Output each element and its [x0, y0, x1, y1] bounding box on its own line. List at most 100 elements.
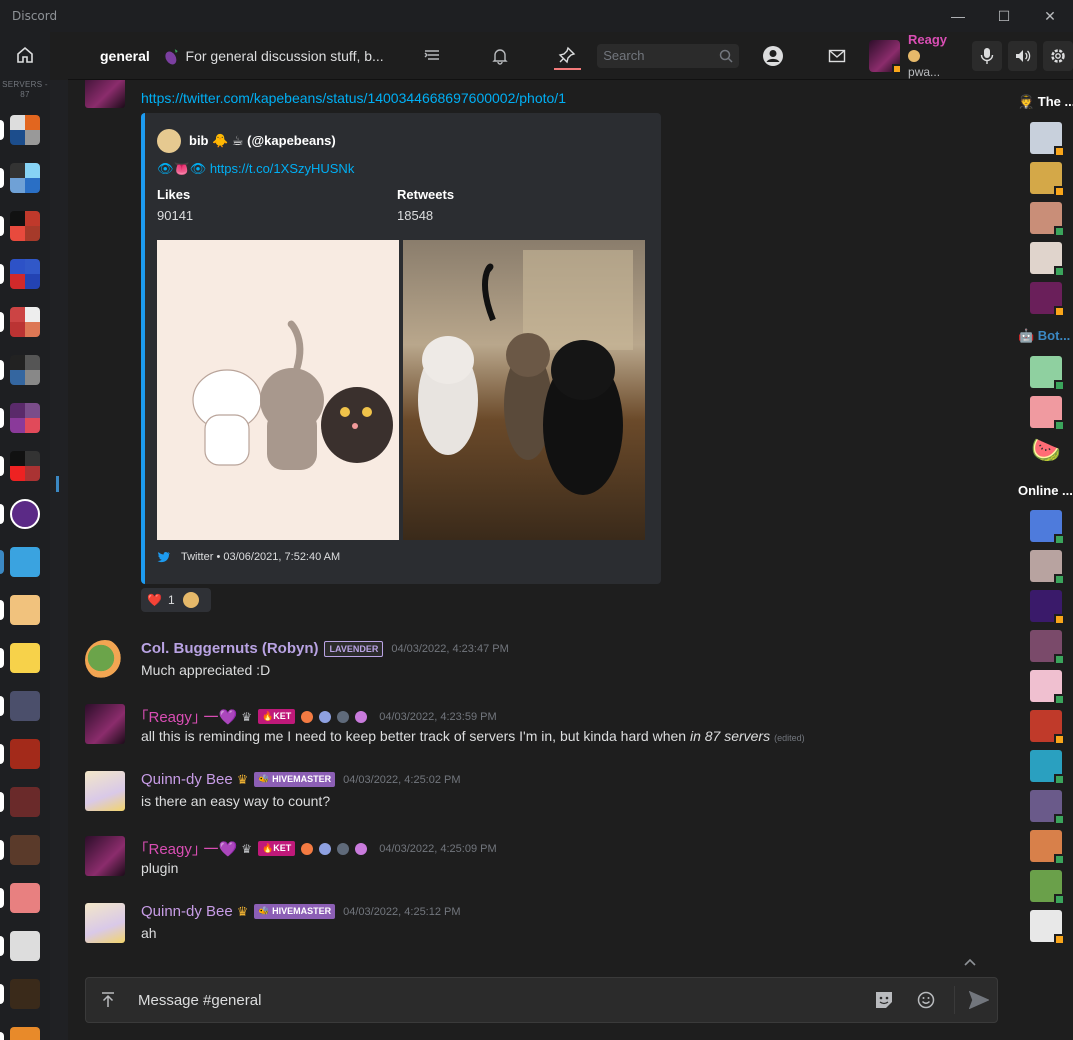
- message-author[interactable]: Quinn-dy Bee: [141, 771, 233, 788]
- server-icon[interactable]: [0, 874, 50, 922]
- message-avatar[interactable]: [85, 903, 125, 943]
- home-button[interactable]: [0, 32, 50, 78]
- member-avatar[interactable]: [1030, 396, 1065, 431]
- message-avatar[interactable]: [85, 771, 125, 811]
- search-input[interactable]: [603, 48, 720, 63]
- threads-button[interactable]: [418, 42, 446, 70]
- server-icon[interactable]: [0, 778, 50, 826]
- scroll-up-button[interactable]: [960, 952, 980, 972]
- embed-author[interactable]: bib 🐥 ☕ (@kapebeans): [157, 129, 336, 153]
- member-avatar[interactable]: [1030, 242, 1065, 277]
- member-category: Online ...: [1018, 482, 1073, 498]
- member-list-button[interactable]: [759, 42, 787, 70]
- member-avatar[interactable]: [1030, 670, 1065, 705]
- settings-button[interactable]: [1043, 40, 1073, 71]
- mute-button[interactable]: [972, 40, 1002, 71]
- smiley-icon: [917, 991, 935, 1009]
- member-avatar[interactable]: [1030, 750, 1065, 785]
- message-author[interactable]: ｢Reagy｣ 一💜: [141, 706, 237, 727]
- server-icon[interactable]: [0, 106, 50, 154]
- member-avatar[interactable]: [1030, 630, 1065, 665]
- upload-button[interactable]: [86, 978, 130, 1022]
- server-icon[interactable]: [0, 346, 50, 394]
- minimize-button[interactable]: —: [935, 0, 981, 32]
- member-avatar[interactable]: [1030, 870, 1065, 905]
- notifications-button[interactable]: [486, 42, 514, 70]
- member-avatar[interactable]: [1030, 830, 1065, 865]
- server-icon[interactable]: [0, 442, 50, 490]
- sticker-button[interactable]: [866, 978, 902, 1022]
- server-icon[interactable]: [0, 250, 50, 298]
- reaction-heart[interactable]: ❤️ 1: [141, 588, 211, 612]
- search-box[interactable]: [597, 43, 740, 68]
- badge-icon: [355, 710, 368, 723]
- doge-icon: [182, 592, 199, 608]
- member-avatar[interactable]: [1030, 162, 1065, 197]
- badge-icon: [355, 842, 368, 855]
- member-avatar[interactable]: [1030, 550, 1065, 585]
- member-list: 🧑‍✈️ The ... 🤖 Bot... 🍉 Online ...: [1012, 80, 1073, 1040]
- channel-name: general: [100, 47, 150, 64]
- user-panel[interactable]: Reagy pwa...: [868, 32, 955, 80]
- server-icon[interactable]: [0, 298, 50, 346]
- emoji-button[interactable]: [908, 978, 944, 1022]
- server-icon[interactable]: [0, 730, 50, 778]
- close-button[interactable]: ✕: [1027, 0, 1073, 32]
- embed-image-cats-drawing[interactable]: [157, 240, 399, 540]
- server-icon[interactable]: [0, 490, 50, 538]
- role-tag: 🔥KET: [257, 709, 296, 724]
- member-avatar[interactable]: [1030, 282, 1065, 317]
- user-avatar[interactable]: [868, 39, 903, 74]
- server-list: SERVERS - 87: [0, 32, 50, 1040]
- embed-footer-text: Twitter • 03/06/2021, 7:52:40 AM: [181, 551, 341, 563]
- member-avatar[interactable]: [1030, 202, 1065, 237]
- member-avatar[interactable]: [1030, 790, 1065, 825]
- user-status: pwa...: [908, 48, 954, 80]
- deafen-button[interactable]: [1007, 40, 1038, 71]
- crown-icon: ♛: [236, 771, 249, 787]
- member-avatar[interactable]: [1030, 510, 1065, 545]
- member-avatar[interactable]: [1030, 356, 1065, 391]
- message-author[interactable]: Quinn-dy Bee: [141, 903, 233, 920]
- send-button[interactable]: [961, 978, 997, 1022]
- server-icon[interactable]: [0, 538, 50, 586]
- message-avatar[interactable]: [85, 704, 125, 744]
- server-icon[interactable]: [0, 586, 50, 634]
- message-author[interactable]: ｢Reagy｣ 一💜: [141, 838, 237, 859]
- member-avatar[interactable]: [1030, 710, 1065, 745]
- pinned-messages-button[interactable]: [553, 42, 582, 70]
- member-category: 🧑‍✈️ The ...: [1018, 94, 1073, 109]
- member-avatar[interactable]: [1030, 910, 1065, 945]
- inbox-button[interactable]: [823, 42, 851, 70]
- server-icon[interactable]: [0, 922, 50, 970]
- channel-topic[interactable]: For general discussion stuff, b...: [186, 48, 393, 64]
- server-icon[interactable]: [0, 202, 50, 250]
- field-name: Likes: [157, 187, 191, 202]
- role-tag: LAVENDER: [324, 640, 384, 657]
- field-value: 90141: [157, 208, 194, 223]
- maximize-button[interactable]: ☐: [981, 0, 1027, 32]
- home-icon: [17, 46, 33, 63]
- user-circle-icon: [763, 45, 784, 66]
- message-avatar[interactable]: [85, 836, 125, 876]
- message-avatar[interactable]: [85, 640, 125, 680]
- member-avatar[interactable]: [1030, 590, 1065, 625]
- search-icon: [720, 49, 733, 63]
- server-icon[interactable]: [0, 634, 50, 682]
- embed-desc-emoji: 👁👅👁: [157, 161, 207, 176]
- embed-image-cats-photo[interactable]: [403, 240, 645, 540]
- message-text: is there an easy way to count?: [141, 793, 331, 809]
- server-icon[interactable]: [0, 826, 50, 874]
- server-icon[interactable]: [0, 1018, 50, 1040]
- server-icon[interactable]: [0, 154, 50, 202]
- server-icon[interactable]: [0, 970, 50, 1018]
- message-author[interactable]: Col. Buggernuts (Robyn): [141, 640, 318, 657]
- message-input[interactable]: [138, 991, 866, 1009]
- server-icon[interactable]: [0, 394, 50, 442]
- embed-desc-link[interactable]: https://t.co/1XSzyHUSNk: [210, 161, 355, 176]
- message-text: Much appreciated :D: [141, 662, 271, 678]
- message-avatar[interactable]: [85, 80, 125, 108]
- member-avatar[interactable]: [1030, 122, 1065, 157]
- message-link[interactable]: https://twitter.com/kapebeans/status/140…: [141, 90, 566, 106]
- server-icon[interactable]: [0, 682, 50, 730]
